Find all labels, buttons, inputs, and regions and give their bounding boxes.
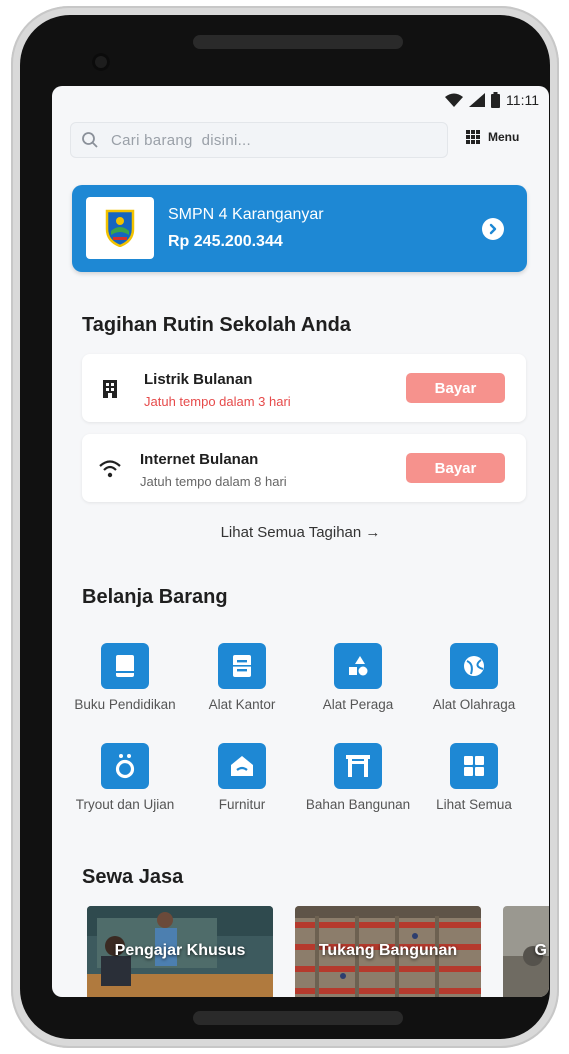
search-icon xyxy=(82,132,98,148)
school-emblem-icon xyxy=(105,209,135,247)
bill-title: Listrik Bulanan xyxy=(144,371,253,388)
home-icon xyxy=(218,743,266,789)
school-logo xyxy=(86,197,154,259)
menu-button[interactable]: Menu xyxy=(466,130,519,144)
shop-section-title: Belanja Barang xyxy=(82,586,228,608)
category-label: Buku Pendidikan xyxy=(74,697,176,712)
search-input[interactable] xyxy=(109,130,413,150)
category-furnitur[interactable]: Furnitur xyxy=(187,743,297,813)
grid-icon xyxy=(450,743,498,789)
category-label: Alat Kantor xyxy=(208,697,276,712)
school-balance-card[interactable]: SMPN 4 Karanganyar Rp 245.200.344 xyxy=(72,185,527,272)
category-label: Alat Olahraga xyxy=(432,697,516,712)
category-tryout-ujian[interactable]: Tryout dan Ujian xyxy=(70,743,180,813)
status-bar: 11:11 xyxy=(445,90,539,110)
service-card-partial[interactable]: G xyxy=(503,906,549,997)
school-balance: Rp 245.200.344 xyxy=(168,233,283,250)
school-name: SMPN 4 Karanganyar xyxy=(168,206,324,223)
bill-due-text: Jatuh tempo dalam 8 hari xyxy=(140,474,287,489)
pay-button-listrik[interactable]: Bayar xyxy=(406,373,505,403)
bottom-speaker xyxy=(193,1011,403,1025)
front-camera xyxy=(92,53,110,71)
ball-icon xyxy=(450,643,498,689)
cellular-signal-icon xyxy=(469,93,486,107)
services-section-title: Sewa Jasa xyxy=(82,866,184,888)
service-label: Tukang Bangunan xyxy=(318,942,458,959)
building-icon xyxy=(98,376,122,400)
bill-card-internet: Internet Bulanan Jatuh tempo dalam 8 har… xyxy=(82,434,526,502)
service-card-tukang-bangunan[interactable]: Tukang Bangunan xyxy=(295,906,481,997)
menu-label: Menu xyxy=(488,130,520,144)
pay-button-internet[interactable]: Bayar xyxy=(406,453,505,483)
category-label: Tryout dan Ujian xyxy=(75,797,175,812)
menu-grid-icon xyxy=(466,130,480,144)
category-label: Alat Peraga xyxy=(322,697,394,712)
battery-icon xyxy=(491,92,501,108)
earpiece-speaker xyxy=(193,35,403,49)
category-buku-pendidikan[interactable]: Buku Pendidikan xyxy=(70,643,180,713)
bill-card-listrik: Listrik Bulanan Jatuh tempo dalam 3 hari… xyxy=(82,354,526,422)
category-label: Furnitur xyxy=(218,797,266,812)
bill-title: Internet Bulanan xyxy=(140,451,259,468)
exam-icon xyxy=(101,743,149,789)
service-label: G xyxy=(534,942,547,959)
bill-due-text: Jatuh tempo dalam 3 hari xyxy=(144,394,291,409)
see-all-bills-link[interactable]: Lihat Semua Tagihan → xyxy=(52,524,549,541)
search-bar[interactable] xyxy=(70,122,448,158)
category-bahan-bangunan[interactable]: Bahan Bangunan xyxy=(303,743,413,813)
service-label: Pengajar Khusus xyxy=(114,942,246,959)
category-alat-peraga[interactable]: Alat Peraga xyxy=(303,643,413,713)
app-screen: 11:11 Menu SMPN 4 Karanganyar xyxy=(52,86,549,997)
wifi-icon xyxy=(98,456,122,480)
service-card-pengajar-khusus[interactable]: Pengajar Khusus xyxy=(87,906,273,997)
status-time: 11:11 xyxy=(506,92,539,108)
gate-icon xyxy=(334,743,382,789)
bills-section-title: Tagihan Rutin Sekolah Anda xyxy=(82,314,351,336)
category-label: Bahan Bangunan xyxy=(305,797,411,812)
phone-frame: 11:11 Menu SMPN 4 Karanganyar xyxy=(11,6,559,1048)
category-label: Lihat Semua xyxy=(436,797,512,812)
category-lihat-semua[interactable]: Lihat Semua xyxy=(419,743,529,813)
chevron-right-icon[interactable] xyxy=(482,218,504,240)
category-alat-olahraga[interactable]: Alat Olahraga xyxy=(419,643,529,713)
cabinet-icon xyxy=(218,643,266,689)
wifi-signal-icon xyxy=(445,93,464,107)
book-icon xyxy=(101,643,149,689)
category-alat-kantor[interactable]: Alat Kantor xyxy=(187,643,297,713)
shapes-icon xyxy=(334,643,382,689)
